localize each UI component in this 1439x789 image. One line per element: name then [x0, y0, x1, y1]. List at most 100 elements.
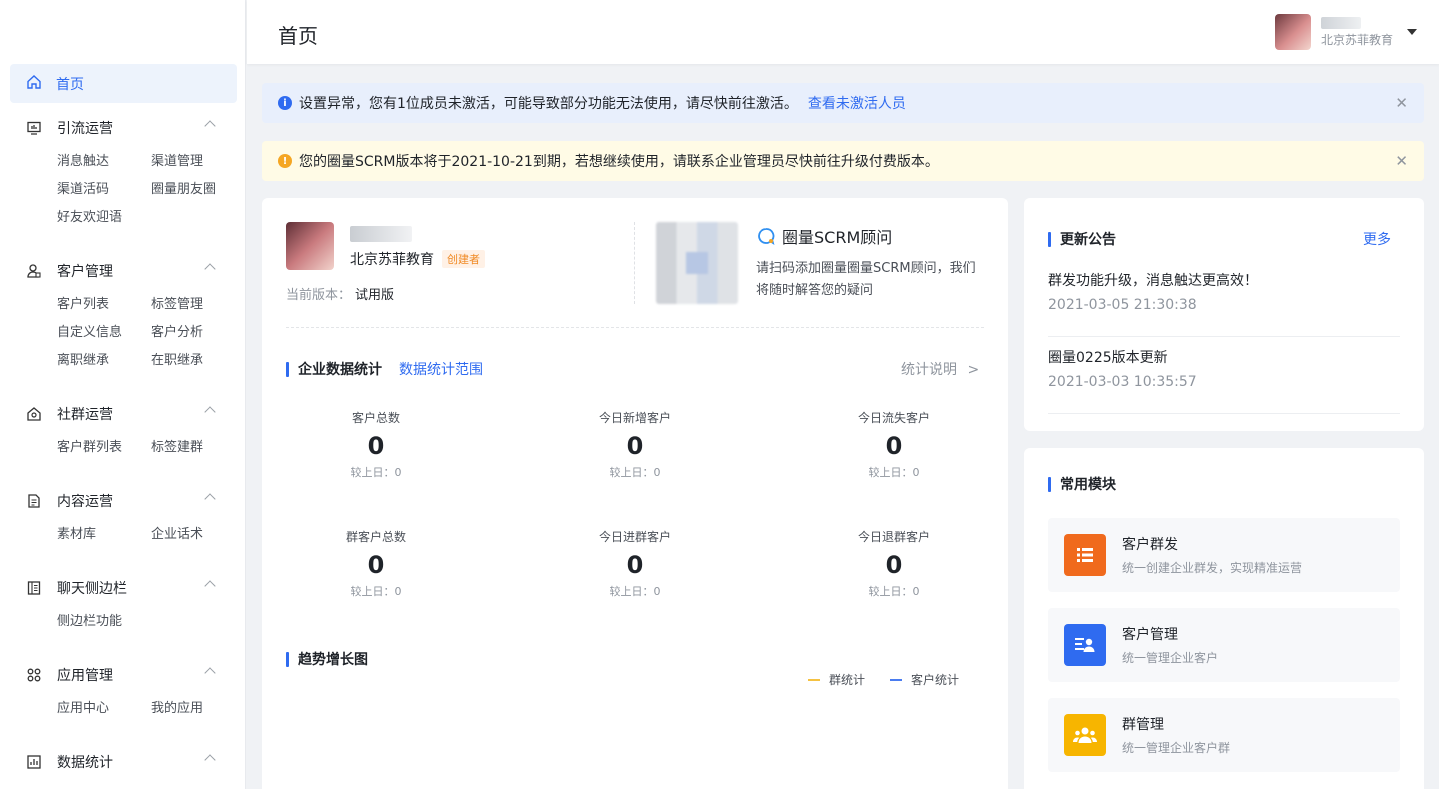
sidebar-item-customer-analysis[interactable]: 客户分析 — [151, 319, 245, 347]
sidebar-item-customer-list[interactable]: 客户列表 — [57, 291, 151, 319]
sidebar-item-label: 首页 — [56, 76, 84, 93]
version-value: 试用版 — [355, 288, 395, 303]
sidebar-section-header[interactable]: 数据统计 — [0, 748, 245, 776]
sidebar-section-stats: 数据统计 — [0, 748, 245, 776]
notice-date: 2021-03-03 10:35:57 — [1048, 374, 1197, 390]
sidebar-section-header[interactable]: 内容运营 — [0, 487, 245, 515]
chevron-up-icon[interactable] — [204, 580, 216, 592]
chevron-up-icon[interactable] — [204, 754, 216, 766]
sidebar-item-active-inherit[interactable]: 在职继承 — [151, 347, 245, 375]
close-icon[interactable]: ✕ — [1395, 94, 1408, 112]
chevron-up-icon[interactable] — [204, 493, 216, 505]
sidebar-icon — [25, 580, 43, 596]
stat-value: 0 — [626, 551, 644, 579]
house-icon — [25, 406, 43, 422]
sidebar-item-my-apps[interactable]: 我的应用 — [151, 695, 245, 723]
notice-card: 更新公告 更多 群发功能升级，消息触达更高效！ 2021-03-05 21:30… — [1024, 198, 1424, 431]
list-icon — [1064, 534, 1106, 576]
sidebar-section-content: 内容运营 素材库 企业话术 — [0, 487, 245, 549]
sidebar-item-scripts[interactable]: 企业话术 — [151, 521, 245, 549]
module-group-manage[interactable]: 群管理 统一管理企业客户群 — [1048, 698, 1400, 772]
module-customer-manage[interactable]: 客户管理 统一管理企业客户 — [1048, 608, 1400, 682]
stats-range-link[interactable]: 数据统计范围 — [399, 359, 483, 379]
modules-section-title: 常用模块 — [1048, 474, 1116, 494]
sidebar-item-home[interactable]: 首页 — [10, 64, 237, 103]
chevron-up-icon[interactable] — [204, 406, 216, 418]
stat-compare: 较上日：0 — [609, 466, 661, 479]
sidebar-item-sidebar-features[interactable]: 侧边栏功能 — [57, 608, 151, 636]
view-inactive-link[interactable]: 查看未激活人员 — [808, 93, 906, 113]
stat-label: 今日流失客户 — [857, 411, 930, 425]
stat-lost-customers: 今日流失客户 0 较上日：0 — [794, 409, 994, 480]
stat-label: 客户总数 — [351, 411, 400, 425]
stats-title-text: 企业数据统计 — [298, 362, 382, 378]
module-name: 客户群发 — [1122, 537, 1178, 553]
legend-item-customer[interactable]: 客户统计 — [890, 671, 959, 688]
stat-value: 0 — [626, 432, 644, 460]
chat-bubble-icon — [756, 226, 776, 246]
chevron-up-icon[interactable] — [204, 120, 216, 132]
stats-help-link[interactable]: 统计说明 > — [901, 359, 979, 379]
sidebar-item-group-list[interactable]: 客户群列表 — [57, 434, 151, 462]
sidebar-section-community: 社群运营 客户群列表 标签建群 — [0, 400, 245, 462]
stat-group-customers: 群客户总数 0 较上日：0 — [276, 528, 476, 599]
module-desc: 统一管理企业客户 — [1122, 651, 1219, 665]
notice-section-title: 更新公告 — [1048, 229, 1116, 249]
sidebar-section-title: 引流运营 — [57, 121, 113, 137]
sidebar-section-header[interactable]: 社群运营 — [0, 400, 245, 428]
more-link[interactable]: 更多 — [1363, 229, 1391, 249]
sidebar-section-customer: 客户管理 客户列表 标签管理 自定义信息 客户分析 离职继承 在职继承 — [0, 257, 245, 375]
sidebar-section-header[interactable]: 聊天侧边栏 — [0, 574, 245, 602]
sidebar-item-channel-code[interactable]: 渠道活码 — [57, 176, 151, 204]
contact-card-icon — [1064, 624, 1106, 666]
avatar[interactable] — [1275, 14, 1311, 50]
topbar: 首页 北京苏菲教育 — [247, 0, 1439, 64]
sidebar: 首页 引流运营 消息触达 渠道管理 渠道活码 圈量朋友圈 好友欢迎语 客户管理 … — [0, 0, 246, 789]
user-name-blurred — [1321, 16, 1361, 29]
sidebar-item-resigned-inherit[interactable]: 离职继承 — [57, 347, 151, 375]
stat-label: 今日新增客户 — [598, 411, 671, 425]
sidebar-item-app-center[interactable]: 应用中心 — [57, 695, 151, 723]
creator-badge: 创建者 — [442, 250, 485, 268]
info-alert-text: 设置异常，您有1位成员未激活，可能导致部分功能无法使用，请尽快前往激活。 — [299, 96, 798, 112]
chevron-up-icon[interactable] — [204, 263, 216, 275]
module-desc: 统一创建企业群发，实现精准运营 — [1122, 561, 1303, 575]
chart-icon — [25, 754, 43, 770]
stat-total-customers: 客户总数 0 较上日：0 — [276, 409, 476, 480]
sidebar-section-title: 应用管理 — [57, 668, 113, 684]
notice-date: 2021-03-05 21:30:38 — [1048, 297, 1197, 313]
sidebar-section-header[interactable]: 客户管理 — [0, 257, 245, 285]
user-menu[interactable]: 北京苏菲教育 — [1275, 14, 1418, 50]
stat-compare: 较上日：0 — [609, 585, 661, 598]
stat-left-group: 今日退群客户 0 较上日：0 — [794, 528, 994, 599]
legend-item-group[interactable]: 群统计 — [808, 671, 865, 688]
module-mass-send[interactable]: 客户群发 统一创建企业群发，实现精准运营 — [1048, 518, 1400, 592]
info-alert: i 设置异常，您有1位成员未激活，可能导致部分功能无法使用，请尽快前往激活。 查… — [262, 83, 1424, 123]
chevron-up-icon[interactable] — [204, 667, 216, 679]
stat-compare: 较上日：0 — [350, 585, 402, 598]
modules-card: 常用模块 客户群发 统一创建企业群发，实现精准运营 客户管理 统一管理企业客户 … — [1024, 448, 1424, 789]
page-title: 首页 — [278, 24, 318, 48]
apps-icon — [25, 667, 43, 683]
sidebar-item-channel[interactable]: 渠道管理 — [151, 148, 245, 176]
monitor-icon — [25, 120, 43, 136]
sidebar-item-message[interactable]: 消息触达 — [57, 148, 151, 176]
home-icon — [26, 74, 42, 94]
sidebar-item-materials[interactable]: 素材库 — [57, 521, 151, 549]
sidebar-section-header[interactable]: 引流运营 — [0, 114, 245, 142]
sidebar-section-header[interactable]: 应用管理 — [0, 661, 245, 689]
close-icon[interactable]: ✕ — [1395, 152, 1408, 170]
list-item[interactable]: 群发功能升级，消息触达更高效！ 2021-03-05 21:30:38 — [1048, 260, 1400, 337]
sidebar-section-apps: 应用管理 应用中心 我的应用 — [0, 661, 245, 723]
sidebar-item-tags[interactable]: 标签管理 — [151, 291, 245, 319]
sidebar-item-custom-info[interactable]: 自定义信息 — [57, 319, 151, 347]
stats-help-text: 统计说明 — [901, 362, 957, 378]
sidebar-item-tag-group[interactable]: 标签建群 — [151, 434, 245, 462]
user-org: 北京苏菲教育 — [1321, 32, 1394, 47]
list-item[interactable]: 圈量0225版本更新 2021-03-03 10:35:57 — [1048, 337, 1400, 414]
sidebar-item-moments[interactable]: 圈量朋友圈 — [151, 176, 245, 204]
sidebar-item-welcome[interactable]: 好友欢迎语 — [57, 204, 151, 232]
sidebar-section-traffic: 引流运营 消息触达 渠道管理 渠道活码 圈量朋友圈 好友欢迎语 — [0, 114, 245, 232]
caret-down-icon[interactable] — [1407, 29, 1418, 35]
divider — [634, 222, 635, 304]
